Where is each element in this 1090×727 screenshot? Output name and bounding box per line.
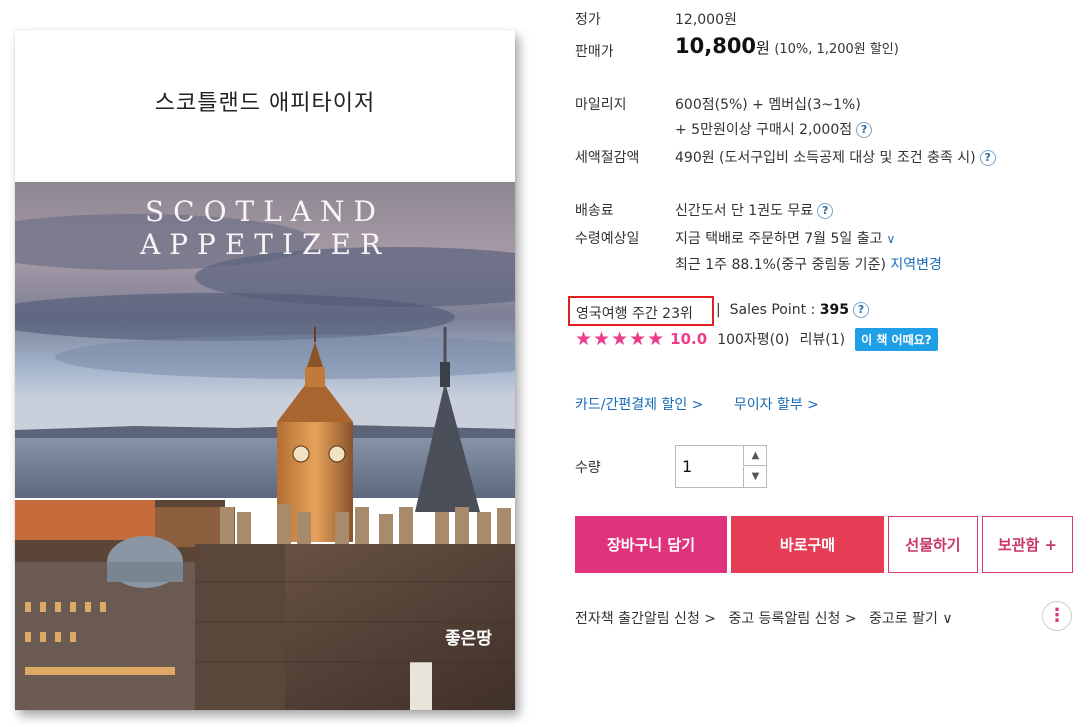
decrease-quantity-icon[interactable]: ▼ <box>743 467 767 487</box>
separator: | <box>716 302 721 318</box>
card-discount-link[interactable]: 카드/간편결제 할인 > <box>575 397 703 413</box>
help-icon[interactable]: ? <box>817 203 834 219</box>
list-price-value: 12,000원 <box>675 12 737 28</box>
help-icon[interactable]: ? <box>979 150 996 166</box>
publisher-logo: 좋은땅 <box>445 629 492 649</box>
how-about-book-button[interactable]: 이 책 어때요? <box>855 327 938 351</box>
sale-price-discount: (10%, 1,200원 할인) <box>774 42 899 57</box>
installment-link[interactable]: 무이자 할부 > <box>734 397 819 413</box>
mileage-line1: 600점(5%) + 멤버십(3~1%) <box>675 97 861 113</box>
weekly-rank-badge[interactable]: 영국여행 주간 23위 <box>568 296 714 326</box>
shipping-fee-value: 신간도서 단 1권도 무료 <box>675 203 814 219</box>
mileage-label: 마일리지 <box>575 97 627 113</box>
cover-korean-title: 스코틀랜드 애피타이저 <box>154 91 376 116</box>
list-price-label: 정가 <box>575 12 601 28</box>
rating-score: 10.0 <box>670 330 708 348</box>
cover-english-title: SCOTLAND APPETIZER <box>139 195 391 261</box>
help-icon[interactable]: ? <box>856 122 873 138</box>
sale-price-label: 판매가 <box>575 44 614 60</box>
star-rating-icon: ★★★★★ <box>575 328 666 350</box>
sale-price-unit: 원 <box>756 39 770 57</box>
payment-links: 카드/간편결제 할인 > 무이자 할부 > <box>575 394 819 414</box>
more-options-icon[interactable]: ⋮ <box>1042 601 1072 631</box>
mileage-line2: + 5만원이상 구매시 2,000점 <box>675 122 853 138</box>
region-change-link[interactable]: 지역변경 <box>890 257 942 273</box>
cover-photo-edinburgh <box>15 182 515 710</box>
delivery-stat-row: 최근 1주 88.1%(중구 중림동 기준) 지역변경 <box>675 254 942 274</box>
shipping-fee-row: 신간도서 단 1권도 무료? <box>675 200 834 220</box>
gift-button[interactable]: 선물하기 <box>888 516 978 573</box>
quantity-input[interactable] <box>676 446 742 487</box>
add-to-cart-button[interactable]: 장바구니 담기 <box>575 516 727 573</box>
sales-point-label: Sales Point : <box>729 302 816 318</box>
sale-price-amount: 10,800 <box>675 34 757 58</box>
shipping-fee-label: 배송료 <box>575 203 614 219</box>
sales-point-row: | Sales Point : 395? <box>716 302 869 318</box>
rating-row: ★★★★★ 10.0 100자평(0) 리뷰(1) 이 책 어때요? <box>575 327 938 351</box>
short-review-count-link[interactable]: 100자평(0) <box>717 329 789 349</box>
quantity-label: 수량 <box>575 460 601 476</box>
sell-used-link[interactable]: 중고로 팔기 ∨ <box>869 611 953 627</box>
increase-quantity-icon[interactable]: ▲ <box>743 446 767 466</box>
tax-saving-label: 세액절감액 <box>575 150 640 166</box>
ebook-alert-link[interactable]: 전자책 출간알림 신청 > <box>575 611 716 627</box>
sales-point-value: 395 <box>819 302 849 318</box>
delivery-stat-text: 최근 1주 88.1%(중구 중림동 기준) <box>675 257 886 273</box>
delivery-eta-row[interactable]: 지금 택배로 주문하면 7월 5일 출고 ∨ <box>675 228 895 248</box>
sale-price: 10,800원 (10%, 1,200원 할인) <box>675 34 899 58</box>
wishlist-button[interactable]: 보관함 + <box>982 516 1073 573</box>
used-alert-link[interactable]: 중고 등록알림 신청 > <box>728 611 856 627</box>
mileage-line2-row: + 5만원이상 구매시 2,000점? <box>675 119 873 139</box>
buy-now-button[interactable]: 바로구매 <box>731 516 884 573</box>
chevron-down-icon[interactable]: ∨ <box>887 232 896 246</box>
tax-saving-row: 490원 (도서구입비 소득공제 대상 및 조건 충족 시)? <box>675 147 996 167</box>
quantity-stepper: ▲ ▼ <box>675 445 767 488</box>
bottom-links: 전자책 출간알림 신청 > 중고 등록알림 신청 > 중고로 팔기 ∨ <box>575 608 961 628</box>
book-cover[interactable]: 스코틀랜드 애피타이저 SCOTLAND APPETIZER 좋은땅 <box>15 30 515 710</box>
delivery-eta-label: 수령예상일 <box>575 231 640 247</box>
help-icon[interactable]: ? <box>852 302 869 318</box>
delivery-eta-value: 지금 택배로 주문하면 7월 5일 출고 <box>675 231 883 247</box>
tax-saving-value: 490원 (도서구입비 소득공제 대상 및 조건 충족 시) <box>675 150 976 166</box>
review-count-link[interactable]: 리뷰(1) <box>800 329 846 349</box>
